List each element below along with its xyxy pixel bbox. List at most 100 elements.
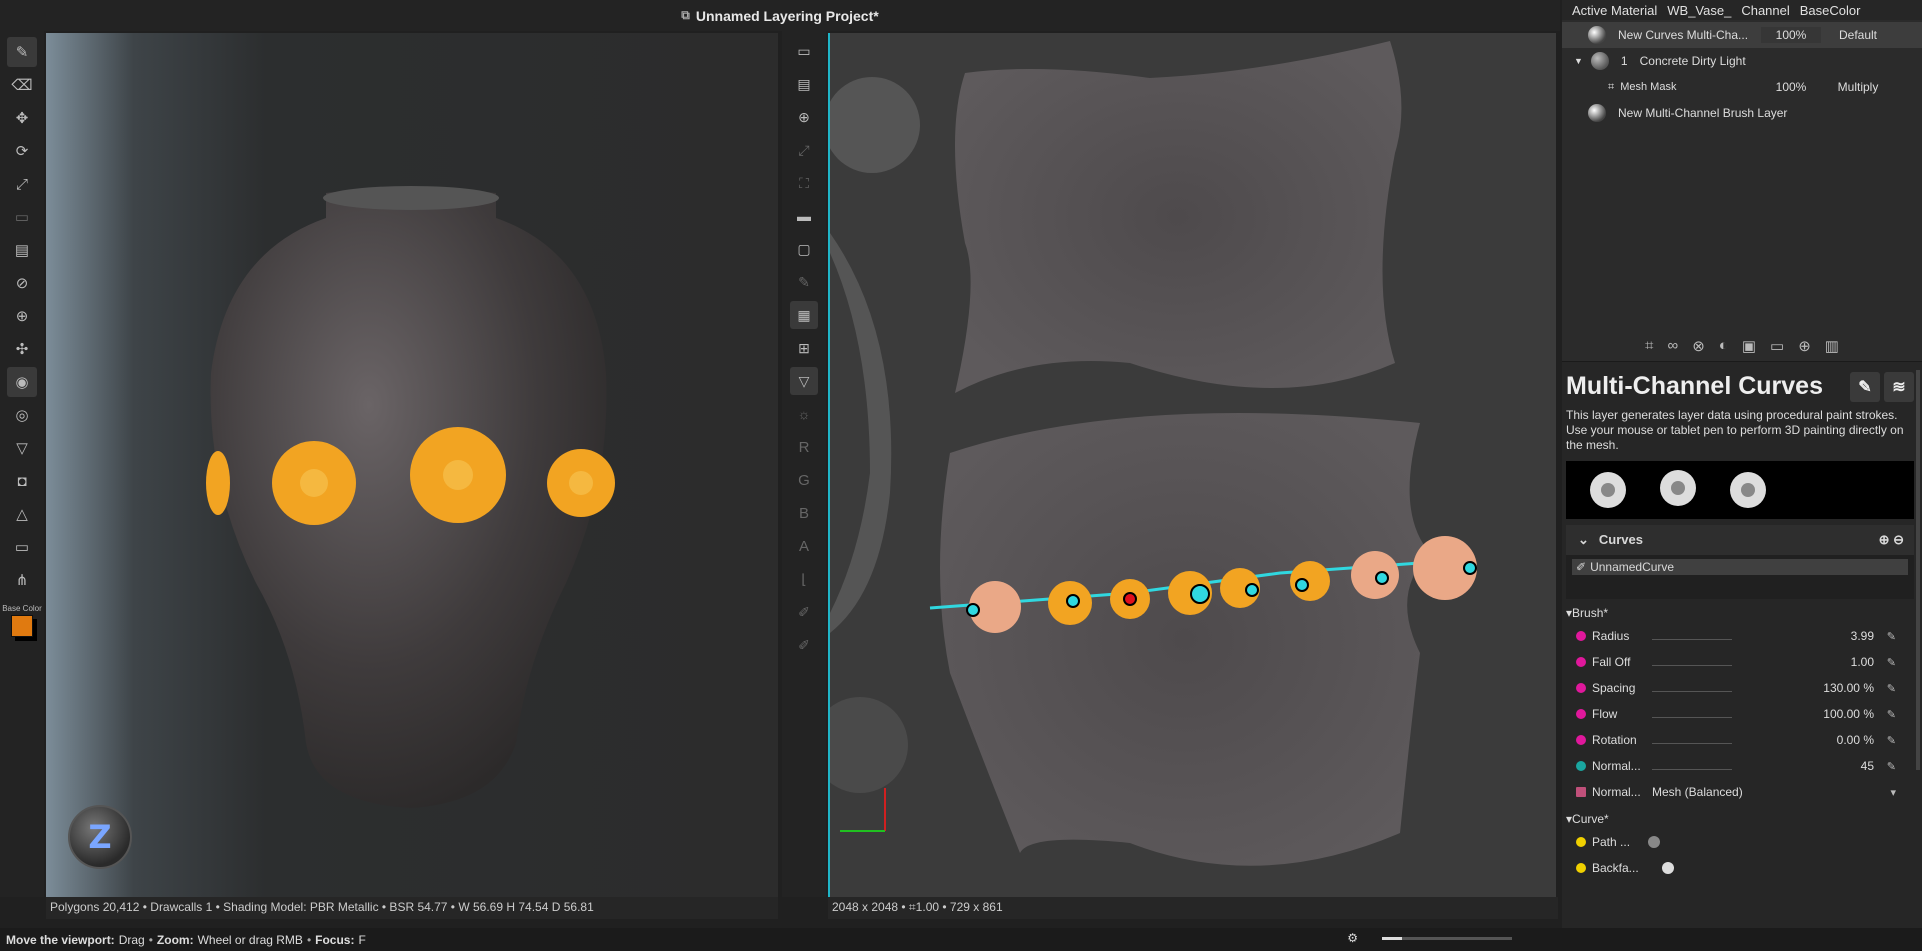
edit-icon[interactable]: ✎ [1887, 760, 1896, 773]
brush-icon[interactable]: ✎ [7, 37, 37, 67]
eyedropper-icon[interactable]: ✐ [790, 598, 818, 626]
scale-icon[interactable]: ⤢ [7, 169, 37, 199]
layer-opacity[interactable]: 100% [1761, 79, 1821, 95]
curve-section[interactable]: ▾ Curve* [1566, 809, 1914, 829]
prop-falloff[interactable]: Fall Off 1.00 ✎ [1566, 649, 1914, 675]
prop-path[interactable]: Path ... [1566, 829, 1914, 855]
keyframe-dot[interactable] [1576, 863, 1586, 873]
rotate-icon[interactable]: ⟳ [7, 136, 37, 166]
edit-icon[interactable]: ✎ [1887, 630, 1896, 643]
frame-icon[interactable]: ⛶ [790, 169, 818, 197]
keyframe-dot[interactable] [1576, 837, 1586, 847]
layer-row[interactable]: ⌗ Mesh Mask 100% Multiply [1562, 74, 1922, 100]
hide-icon[interactable]: ⊘ [7, 268, 37, 298]
link-icon[interactable]: ∞ [1667, 337, 1678, 354]
target-icon[interactable]: ⊕ [7, 301, 37, 331]
layer-row[interactable]: New Multi-Channel Brush Layer [1562, 100, 1922, 126]
prop-radius[interactable]: Radius 3.99 ✎ [1566, 623, 1914, 649]
edit-icon[interactable]: ✎ [1887, 656, 1896, 669]
settings-icon[interactable]: ⚙ [1347, 931, 1358, 945]
add-folder-icon[interactable]: ▭ [1770, 337, 1784, 355]
normal-mode-select[interactable]: Mesh (Balanced) [1652, 785, 1743, 799]
base-color-swatch[interactable] [11, 615, 33, 637]
light-icon[interactable]: ☼ [790, 400, 818, 428]
prop-flow[interactable]: Flow 100.00 % ✎ [1566, 701, 1914, 727]
select-rect-icon[interactable]: ▢ [790, 235, 818, 263]
channel-g[interactable]: G [790, 466, 818, 494]
keyframe-dot[interactable] [1576, 683, 1586, 693]
list-item[interactable]: ✐ UnnamedCurve [1572, 559, 1908, 575]
channel-r[interactable]: R [790, 433, 818, 461]
curves-label: Curves [1598, 532, 1643, 547]
viewport-2d[interactable] [828, 33, 1556, 897]
ruler-icon[interactable]: ▬ [790, 202, 818, 230]
channel-dropdown[interactable]: BaseColor [1800, 3, 1861, 18]
clipboard-icon[interactable]: ▤ [790, 70, 818, 98]
toggle[interactable] [1648, 836, 1660, 848]
display-icon[interactable]: ▭ [7, 532, 37, 562]
zoom-slider[interactable] [1382, 936, 1512, 940]
tiles-icon[interactable]: ⊞ [790, 334, 818, 362]
save-icon[interactable]: ▭ [790, 37, 818, 65]
eraser-icon[interactable]: ⌫ [7, 70, 37, 100]
curves-section[interactable]: ⌄ Curves ⊕ ⊖ [1566, 525, 1914, 555]
toggle[interactable] [1662, 862, 1674, 874]
prop-normal-angle[interactable]: Normal... 45 ✎ [1566, 753, 1914, 779]
transform-icon[interactable]: ✣ [7, 334, 37, 364]
prop-normal-mode[interactable]: Normal... Mesh (Balanced) ▾ [1566, 779, 1914, 805]
prop-rotation[interactable]: Rotation 0.00 % ✎ [1566, 727, 1914, 753]
triangle-icon[interactable]: △ [7, 499, 37, 529]
material-dropdown[interactable]: WB_Vase_ [1667, 3, 1731, 18]
eyedropper-alt-icon[interactable]: ✐ [790, 631, 818, 659]
keyframe-dot[interactable] [1576, 631, 1586, 641]
target-icon[interactable]: ⊕ [790, 103, 818, 131]
layer-blend[interactable]: Multiply [1824, 80, 1892, 94]
save-icon[interactable]: ▭ [7, 202, 37, 232]
keyframe-dot[interactable] [1576, 735, 1586, 745]
add-curve-icon[interactable]: ⊕ [1879, 532, 1890, 547]
keyframe-dot[interactable] [1576, 787, 1586, 797]
image-icon[interactable]: ▣ [1742, 337, 1756, 355]
viewport-3d[interactable]: Z [46, 33, 778, 897]
delete-icon[interactable]: ▥ [1825, 337, 1839, 355]
layer-row[interactable]: New Curves Multi-Cha... 100% Default [1562, 22, 1922, 48]
keyframe-dot[interactable] [1576, 761, 1586, 771]
clipboard-icon[interactable]: ▤ [7, 235, 37, 265]
histogram-icon[interactable]: ⌊ [790, 565, 818, 593]
layer-row[interactable]: ▼ 1 Concrete Dirty Light [1562, 48, 1922, 74]
prop-backface[interactable]: Backfa... [1566, 855, 1914, 881]
filter-icon[interactable]: ▽ [7, 433, 37, 463]
prop-spacing[interactable]: Spacing 130.00 % ✎ [1566, 675, 1914, 701]
scrollbar[interactable] [1916, 370, 1920, 770]
brush-section[interactable]: ▾ Brush* [1566, 603, 1914, 623]
fit-icon[interactable]: ⤢ [790, 136, 818, 164]
add-layer-icon[interactable]: ⊕ [1798, 337, 1811, 355]
remove-curve-icon[interactable]: ⊖ [1893, 532, 1904, 547]
layer-blend[interactable]: Default [1824, 28, 1892, 42]
contrast-icon[interactable]: ◐ [1719, 337, 1728, 354]
chevron-down-icon[interactable]: ▼ [1574, 56, 1583, 66]
curve-tool-icon[interactable]: ✎ [1850, 372, 1880, 402]
isolate-icon[interactable]: ◉ [7, 367, 37, 397]
crop-icon[interactable]: ⌗ [1645, 337, 1653, 354]
channel-b[interactable]: B [790, 499, 818, 527]
edit-icon[interactable]: ✎ [1887, 734, 1896, 747]
pen-icon[interactable]: ✎ [790, 268, 818, 296]
layers-icon[interactable]: ≋ [1884, 372, 1914, 402]
edit-icon[interactable]: ✎ [1887, 682, 1896, 695]
keyframe-dot[interactable] [1576, 657, 1586, 667]
chevron-down-icon[interactable]: ▾ [1890, 786, 1896, 799]
move-icon[interactable]: ✥ [7, 103, 37, 133]
layer-opacity[interactable]: 100% [1761, 27, 1821, 43]
channel-a[interactable]: A [790, 532, 818, 560]
chevron-down-icon[interactable]: ⌄ [1578, 532, 1589, 547]
keyframe-dot[interactable] [1576, 709, 1586, 719]
camera-icon[interactable]: ◘ [7, 466, 37, 496]
grid-icon[interactable]: ▦ [790, 301, 818, 329]
mask-icon[interactable]: ⊗ [1692, 337, 1705, 355]
filter-icon[interactable]: ▽ [790, 367, 818, 395]
visibility-icon[interactable]: ◎ [7, 400, 37, 430]
view-gizmo[interactable]: Z [68, 805, 132, 869]
edit-icon[interactable]: ✎ [1887, 708, 1896, 721]
hierarchy-icon[interactable]: ⋔ [7, 565, 37, 595]
